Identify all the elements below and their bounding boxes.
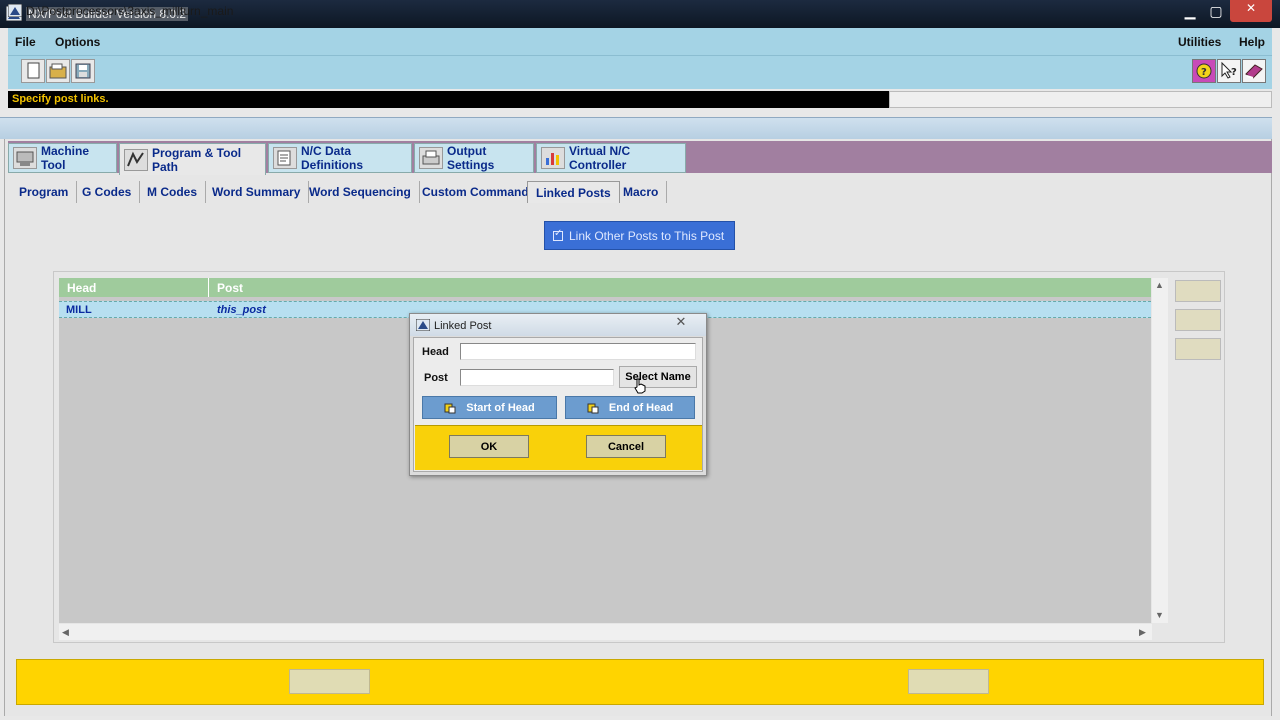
svg-text:?: ?: [1201, 67, 1207, 78]
bottom-action-bar: [16, 659, 1264, 705]
head-label: Head: [422, 346, 449, 358]
tab-label: Machine Tool: [41, 144, 90, 172]
dialog-icon: [416, 319, 430, 331]
new-file-button[interactable]: [21, 59, 45, 83]
post-window-close-button[interactable]: ✕: [1230, 0, 1272, 17]
scroll-down-icon[interactable]: ▼: [1155, 610, 1164, 620]
end-of-head-button[interactable]: End of Head: [565, 396, 695, 419]
dialog-close-icon[interactable]: ✕: [672, 315, 690, 329]
subtab-g-codes[interactable]: G Codes: [74, 181, 141, 203]
scroll-up-icon[interactable]: ▲: [1155, 280, 1164, 290]
status-message: Specify post links.: [12, 93, 109, 105]
tab-label: Program & Tool Path: [152, 145, 242, 174]
menu-utilities[interactable]: Utilities: [1178, 35, 1221, 49]
context-help-icon: ?: [1196, 63, 1212, 79]
tab-label: Virtual N/C Controller: [569, 144, 631, 172]
open-file-button[interactable]: [46, 59, 70, 83]
toolbar: [8, 55, 1272, 89]
checkbox-checked-icon: [553, 228, 563, 241]
column-divider: [208, 278, 209, 297]
maximize-button[interactable]: ▢: [1204, 2, 1228, 22]
subtab-macro[interactable]: Macro: [615, 181, 668, 203]
tab-label: N/C Data Definitions: [301, 144, 363, 172]
user-manual-icon: [1245, 64, 1263, 79]
subtab-custom-command[interactable]: Custom Command: [414, 181, 538, 203]
whats-this-button[interactable]: ?: [1217, 59, 1241, 83]
cancel-button[interactable]: Cancel: [586, 435, 666, 458]
column-header-head[interactable]: Head: [67, 281, 96, 295]
program-path-icon: [124, 148, 148, 171]
side-action-button-3[interactable]: [1175, 338, 1221, 360]
save-button[interactable]: [71, 59, 95, 83]
status-bar: Specify post links.: [8, 91, 889, 108]
open-folder-icon: [49, 63, 67, 79]
subtab-program[interactable]: Program: [11, 181, 78, 203]
menu-help[interactable]: Help: [1239, 35, 1265, 49]
tab-virtual-nc-controller[interactable]: Virtual N/C Controller: [536, 143, 686, 173]
post-window-icon: [8, 4, 22, 17]
side-action-button-2[interactable]: [1175, 309, 1221, 331]
link-other-posts-label: Link Other Posts to This Post: [569, 228, 725, 243]
link-other-posts-checkbox[interactable]: Link Other Posts to This Post: [544, 221, 735, 250]
ok-button[interactable]: OK: [449, 435, 529, 458]
tab-label: Output Settings: [447, 144, 495, 172]
scroll-left-icon[interactable]: ◀: [62, 627, 69, 638]
start-of-head-button[interactable]: Start of Head: [422, 396, 557, 419]
svg-text:?: ?: [1231, 67, 1237, 78]
tab-nc-data-definitions[interactable]: N/C Data Definitions: [268, 143, 412, 173]
cell-post[interactable]: this_post: [217, 304, 266, 316]
dialog-title: Linked Post: [434, 320, 492, 332]
nc-data-icon: [273, 147, 297, 169]
tab-output-settings[interactable]: Output Settings: [414, 143, 534, 173]
cell-head[interactable]: MILL: [66, 304, 92, 316]
hand-cursor-icon: [634, 378, 646, 394]
minimize-button[interactable]: ▁: [1176, 2, 1204, 22]
post-window-title-bar: [0, 117, 1272, 139]
end-of-head-label: End of Head: [608, 401, 674, 414]
post-label: Post: [424, 372, 448, 384]
save-icon: [75, 63, 91, 79]
scroll-right-icon[interactable]: ▶: [1139, 627, 1146, 638]
post-input[interactable]: [460, 369, 614, 386]
column-header-post[interactable]: Post: [217, 281, 243, 295]
menu-file[interactable]: File: [15, 35, 36, 49]
status-bar-secondary: [889, 91, 1272, 108]
machine-tool-icon: [13, 147, 37, 169]
horizontal-scrollbar[interactable]: ◀ ▶: [59, 624, 1152, 640]
menu-options[interactable]: Options: [55, 35, 100, 49]
vertical-scrollbar[interactable]: ▲ ▼: [1152, 278, 1168, 623]
context-help-button[interactable]: ?: [1192, 59, 1216, 83]
menu-bar: [8, 28, 1272, 55]
subtab-m-codes[interactable]: M Codes: [139, 181, 207, 203]
head-input[interactable]: [460, 343, 696, 360]
user-manual-button[interactable]: [1242, 59, 1266, 83]
output-settings-icon: [419, 147, 443, 169]
select-name-button[interactable]: Select Name: [619, 366, 697, 388]
start-of-head-label: Start of Head: [466, 401, 535, 414]
subtab-word-summary[interactable]: Word Summary: [204, 181, 310, 203]
side-action-button-1[interactable]: [1175, 280, 1221, 302]
new-file-icon: [27, 62, 40, 79]
tab-machine-tool[interactable]: Machine Tool: [8, 143, 117, 173]
head-event-icon: [587, 403, 599, 413]
whats-this-icon: ?: [1221, 61, 1237, 79]
head-event-icon: [444, 403, 456, 413]
virtual-controller-icon: [541, 147, 565, 169]
subtab-linked-posts[interactable]: Linked Posts: [527, 181, 620, 203]
post-file-path: D:\Postprocessors\3axis_millturn_main: [26, 4, 234, 18]
bottom-left-button[interactable]: [289, 669, 370, 694]
bottom-right-button[interactable]: [908, 669, 989, 694]
tab-program-tool-path[interactable]: Program & Tool Path: [119, 143, 266, 175]
subtab-word-sequencing[interactable]: Word Sequencing: [301, 181, 420, 203]
